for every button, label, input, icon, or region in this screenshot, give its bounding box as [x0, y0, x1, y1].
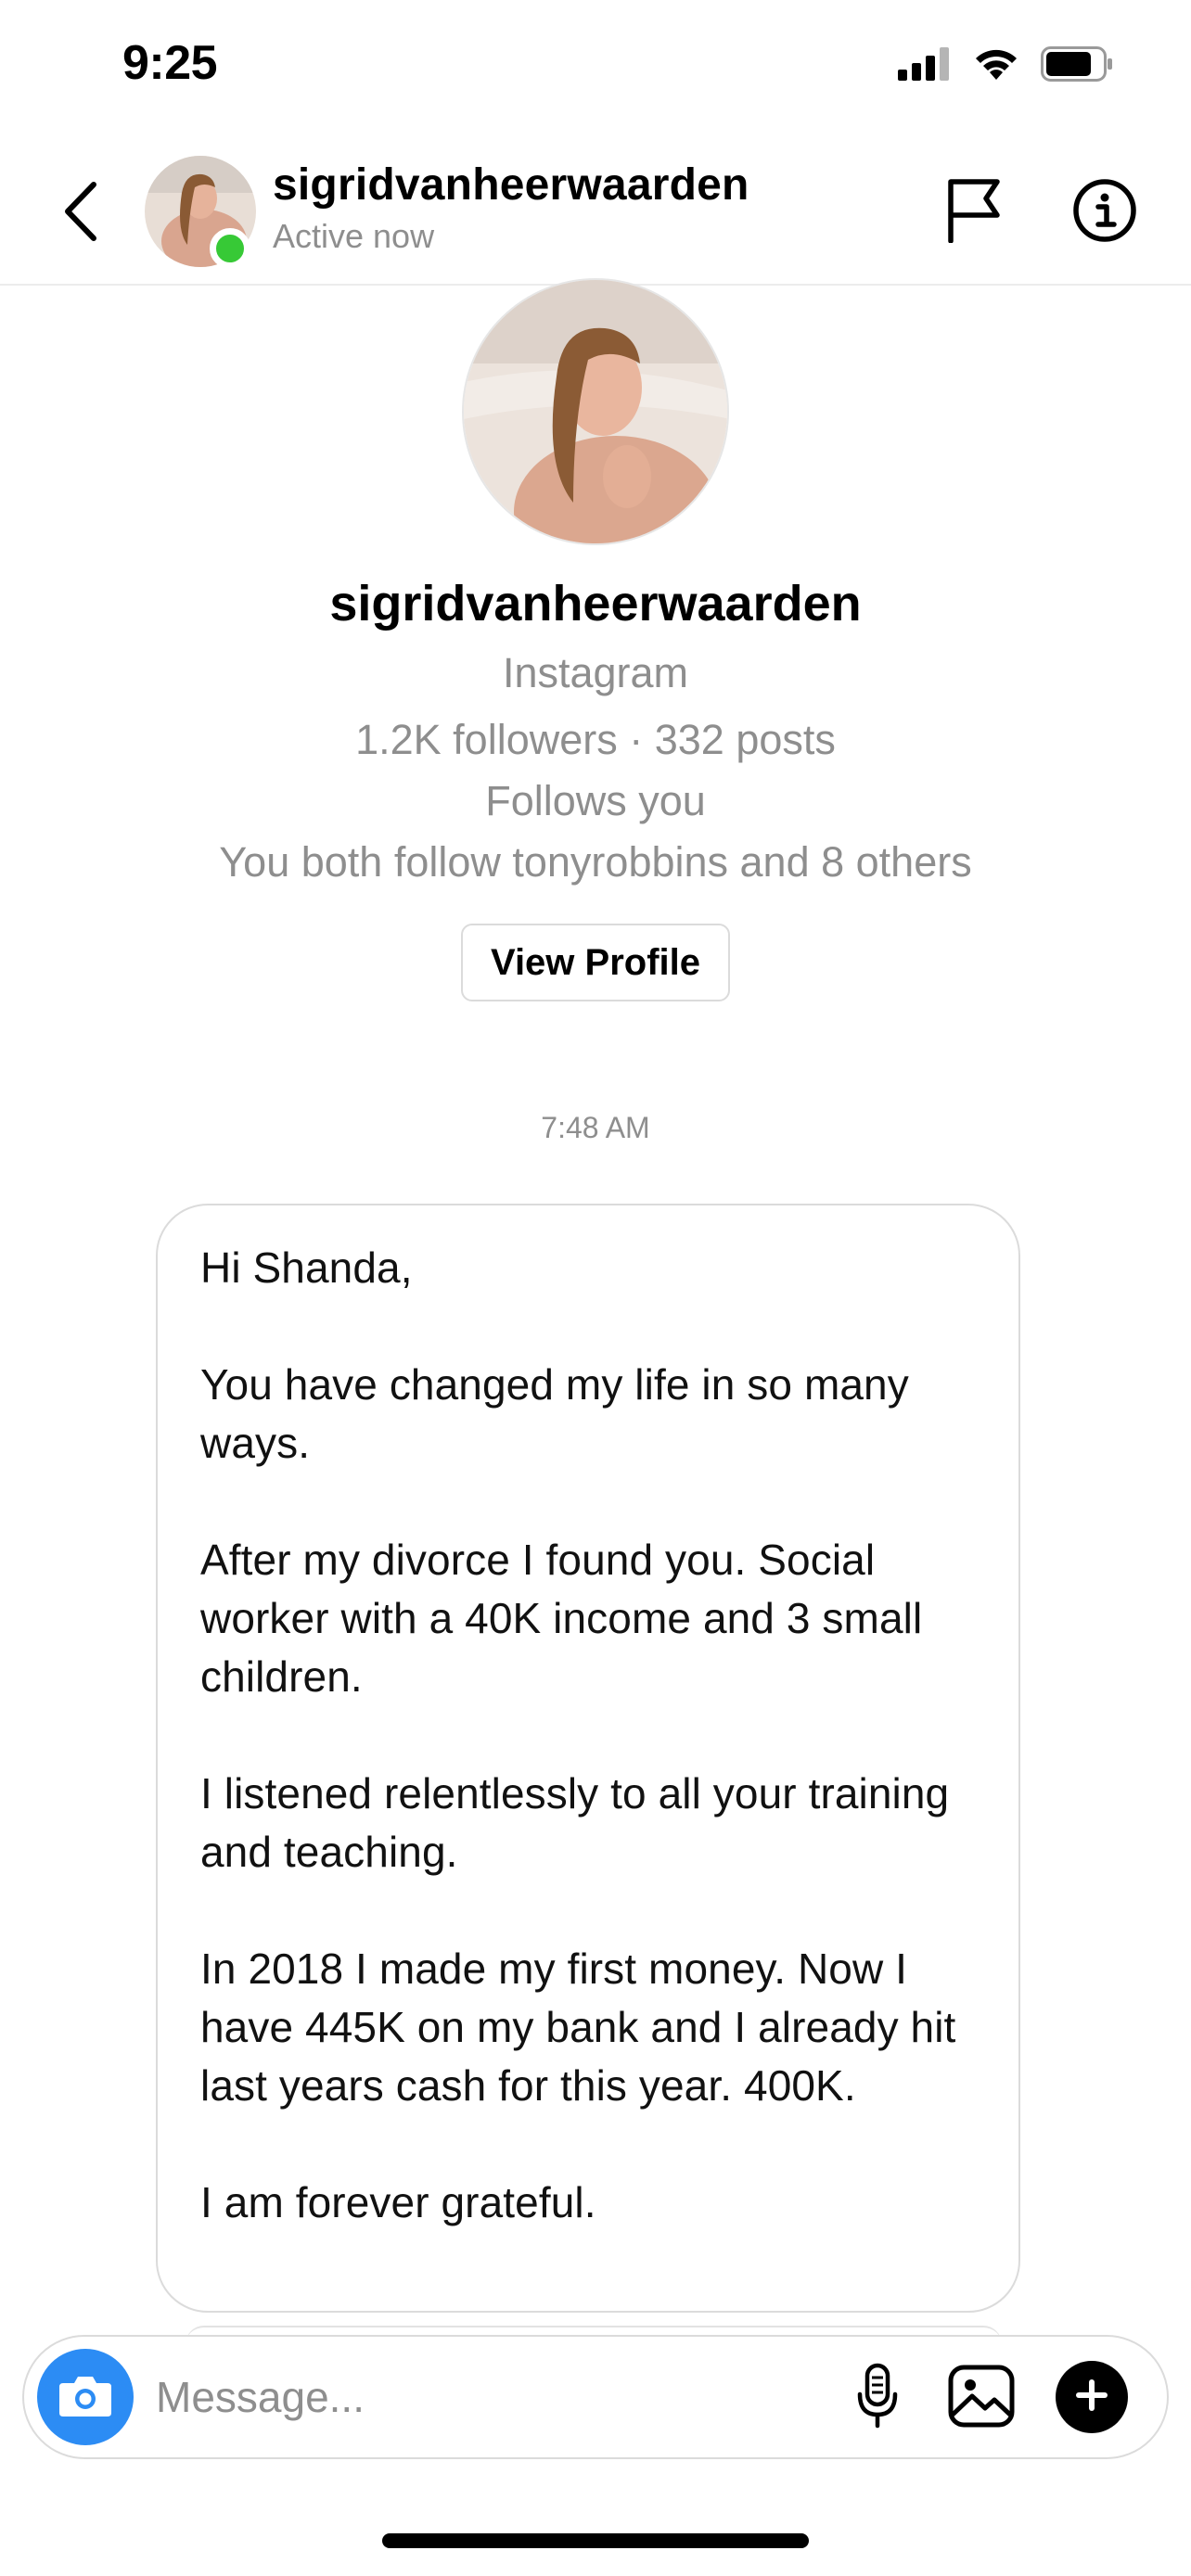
online-status-indicator — [210, 228, 250, 269]
message-paragraph: You have changed my life in so many ways… — [200, 1360, 909, 1467]
message-paragraph: Hi Shanda, — [200, 1243, 413, 1292]
cellular-signal-icon — [898, 47, 952, 85]
image-gallery-icon — [948, 2365, 1015, 2432]
message-paragraph: I listened relentlessly to all your trai… — [200, 1769, 950, 1876]
info-button[interactable] — [1065, 172, 1145, 252]
home-indicator[interactable] — [382, 2533, 809, 2548]
header-username[interactable]: sigridvanheerwaarden — [273, 159, 749, 210]
plus-icon — [1075, 2378, 1108, 2417]
message-paragraph: After my divorce I found you. Social wor… — [200, 1536, 923, 1701]
message-paragraph: I am forever grateful. — [200, 2178, 596, 2226]
message-timestamp: 7:48 AM — [541, 1111, 650, 1144]
message-input[interactable] — [156, 2365, 824, 2429]
follows-you-label: Follows you — [485, 777, 706, 824]
chevron-left-icon — [62, 181, 99, 247]
battery-icon — [1041, 46, 1115, 86]
voice-message-button[interactable] — [840, 2361, 915, 2435]
add-content-button[interactable] — [1056, 2361, 1128, 2433]
view-profile-button[interactable]: View Profile — [461, 924, 730, 1001]
status-bar: 9:25 — [0, 0, 1191, 139]
microphone-icon — [856, 2363, 899, 2434]
gallery-button[interactable] — [942, 2361, 1020, 2435]
active-status: Active now — [273, 217, 435, 255]
flag-icon — [945, 176, 1003, 248]
info-icon — [1072, 178, 1137, 248]
profile-username: sigridvanheerwaarden — [329, 576, 862, 631]
camera-button[interactable] — [37, 2349, 134, 2445]
message-bubble[interactable]: Hi Shanda, You have changed my life in s… — [156, 1204, 1020, 2313]
profile-avatar[interactable] — [462, 278, 729, 545]
profile-platform: Instagram — [502, 649, 689, 696]
camera-icon — [58, 2372, 113, 2423]
status-time: 9:25 — [122, 36, 218, 90]
report-button[interactable] — [937, 171, 1011, 252]
message-paragraph: In 2018 I made my first money. Now I hav… — [200, 1945, 956, 2110]
profile-stats: 1.2K followers · 332 posts — [355, 716, 836, 763]
status-icons — [898, 46, 1115, 86]
mutual-followers: You both follow tonyrobbins and 8 others — [219, 838, 972, 886]
back-button[interactable] — [48, 176, 113, 250]
chat-header: sigridvanheerwaarden Active now — [0, 139, 1191, 286]
message-composer — [22, 2335, 1169, 2459]
wifi-icon — [972, 46, 1020, 86]
